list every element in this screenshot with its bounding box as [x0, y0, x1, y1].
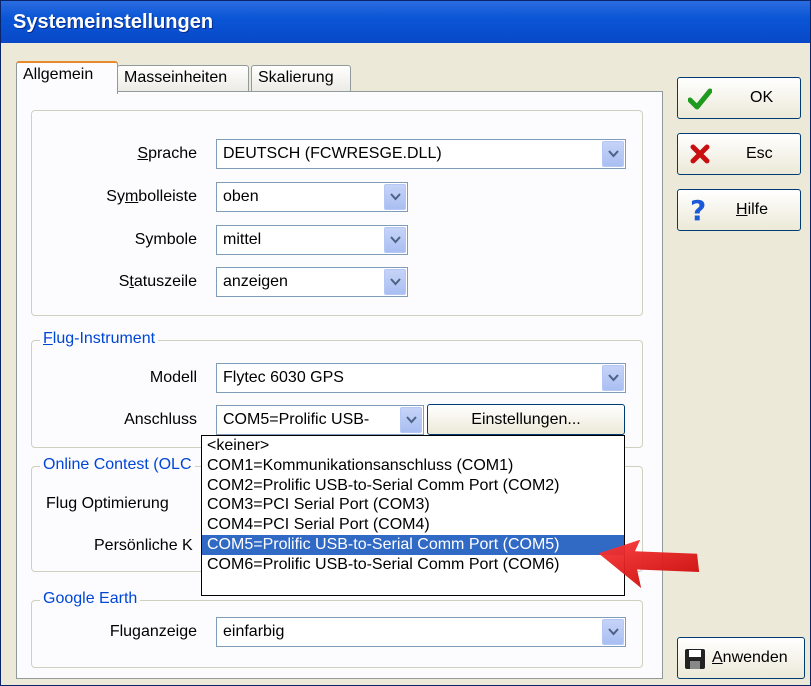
list-item[interactable]: COM4=PCI Serial Port (COM4)	[202, 515, 624, 535]
list-item[interactable]: COM1=Kommunikationsanschluss (COM1)	[202, 456, 624, 476]
online-contest-legend: Online Contest (OLC	[40, 456, 195, 474]
settings-window: Systemeinstellungen Allgemein Masseinhei…	[0, 0, 811, 686]
chevron-down-icon[interactable]	[384, 227, 406, 253]
flug-instrument-legend: Flug-Instrument	[40, 330, 159, 348]
hilfe-button[interactable]: ? Hilfe	[677, 189, 801, 231]
chevron-down-icon[interactable]	[602, 141, 624, 167]
modell-select[interactable]: Flytec 6030 GPS	[216, 363, 626, 393]
fluganzeige-value: einfarbig	[223, 623, 285, 640]
modell-label: Modell	[149, 369, 197, 386]
sprache-select[interactable]: DEUTSCH (FCWRESGE.DLL)	[216, 139, 626, 169]
port-dropdown-list: <keiner> COM1=Kommunikationsanschluss (C…	[201, 435, 625, 596]
einstellungen-button[interactable]: Einstellungen...	[427, 404, 625, 435]
sprache-label: Sprache	[137, 145, 197, 162]
red-arrow-icon	[598, 539, 700, 589]
modell-value: Flytec 6030 GPS	[223, 369, 344, 386]
anschluss-label: Anschluss	[124, 411, 197, 428]
statuszeile-select[interactable]: anzeigen	[216, 267, 408, 297]
tab-allgemein[interactable]: Allgemein	[16, 61, 118, 94]
flug-optimierung-label: Flug Optimierung	[46, 495, 169, 512]
hilfe-label: Hilfe	[736, 201, 769, 218]
symbolleiste-label: Symbolleiste	[106, 188, 197, 205]
list-item-selected[interactable]: COM5=Prolific USB-to-Serial Comm Port (C…	[202, 534, 624, 555]
flug-instrument-group: Flug-Instrument Modell Flytec 6030 GPS A…	[31, 330, 643, 448]
esc-button[interactable]: Esc	[677, 133, 801, 175]
close-icon	[690, 144, 710, 164]
statuszeile-value: anzeigen	[223, 273, 288, 290]
statuszeile-label: Statuszeile	[118, 273, 197, 290]
anwenden-button[interactable]: Anwenden	[677, 637, 805, 679]
tab-masseinheiten[interactable]: Masseinheiten	[117, 65, 249, 91]
fluganzeige-label: Fluganzeige	[109, 623, 197, 640]
tab-skalierung[interactable]: Skalierung	[251, 65, 351, 91]
chevron-down-icon[interactable]	[384, 184, 406, 210]
symbole-label: Symbole	[134, 231, 197, 248]
symbolleiste-value: oben	[223, 188, 259, 205]
google-earth-legend: Google Earth	[40, 590, 141, 608]
general-group: Sprache DEUTSCH (FCWRESGE.DLL) Symbollei…	[31, 110, 643, 316]
esc-label: Esc	[746, 145, 773, 162]
ok-label: OK	[750, 89, 774, 106]
fluganzeige-select[interactable]: einfarbig	[216, 617, 626, 647]
save-icon	[685, 649, 705, 669]
chevron-down-icon[interactable]	[384, 269, 406, 295]
window-title: Systemeinstellungen	[1, 1, 810, 43]
sprache-value: DEUTSCH (FCWRESGE.DLL)	[223, 145, 442, 162]
symbole-value: mittel	[223, 231, 262, 248]
list-item[interactable]: <keiner>	[202, 436, 624, 456]
anschluss-select[interactable]: COM5=Prolific USB-	[216, 405, 424, 435]
chevron-down-icon[interactable]	[602, 619, 624, 645]
list-item[interactable]: COM2=Prolific USB-to-Serial Comm Port (C…	[202, 476, 624, 496]
symbolleiste-select[interactable]: oben	[216, 182, 408, 212]
list-item[interactable]: COM6=Prolific USB-to-Serial Comm Port (C…	[202, 555, 624, 575]
list-item[interactable]: COM3=PCI Serial Port (COM3)	[202, 495, 624, 515]
google-earth-group: Google Earth Fluganzeige einfarbig	[31, 590, 643, 668]
ok-button[interactable]: OK	[677, 77, 801, 119]
chevron-down-icon[interactable]	[400, 407, 422, 433]
chevron-down-icon[interactable]	[602, 365, 624, 391]
persoenliche-label: Persönliche K	[94, 537, 193, 554]
symbole-select[interactable]: mittel	[216, 225, 408, 255]
anwenden-label: Anwenden	[712, 649, 788, 666]
checkmark-icon	[688, 88, 712, 110]
help-icon: ?	[690, 194, 707, 227]
anschluss-value: COM5=Prolific USB-	[223, 411, 370, 428]
